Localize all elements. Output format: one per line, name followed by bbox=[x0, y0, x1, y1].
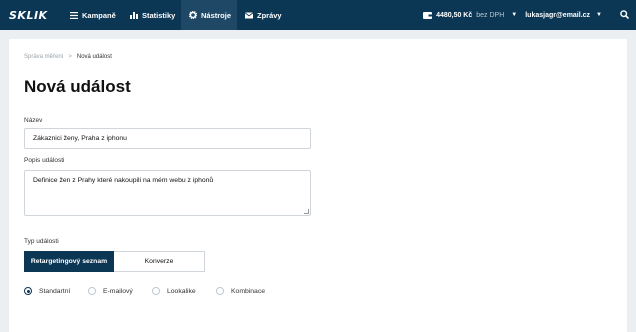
event-type-switch: Retargetingový seznam Konverze bbox=[24, 251, 205, 272]
radio-unchecked-icon bbox=[152, 287, 160, 295]
top-navigation-bar: SKLIK Kampaně Statistiky Nástroje Zprávy… bbox=[0, 0, 636, 30]
breadcrumb: Správa měření > Nová událost bbox=[24, 54, 112, 60]
wallet-balance[interactable]: 4480,50 Kč bez DPH ▼ bbox=[423, 11, 525, 19]
radio-label: Kombinace bbox=[231, 287, 266, 295]
breadcrumb-parent[interactable]: Správa měření bbox=[24, 54, 63, 60]
wallet-note: bez DPH bbox=[476, 11, 505, 19]
event-kind-radio-group: Standartní E-mailový Lookalike Kombinace bbox=[24, 287, 286, 295]
description-text: Definice žen z Prahy které nakoupili na … bbox=[33, 177, 214, 184]
description-textarea[interactable]: Definice žen z Prahy které nakoupili na … bbox=[24, 170, 311, 216]
chevron-down-icon: ▼ bbox=[596, 12, 602, 18]
type-label: Typ události bbox=[24, 238, 59, 245]
main-card: Správa měření > Nová událost Nová událos… bbox=[9, 39, 627, 332]
mail-icon bbox=[245, 11, 253, 19]
nav-item-nastroje[interactable]: Nástroje bbox=[181, 0, 237, 30]
chevron-down-icon: ▼ bbox=[511, 12, 518, 18]
page-title: Nová událost bbox=[24, 77, 131, 96]
nav-item-kampane[interactable]: Kampaně bbox=[62, 0, 122, 30]
tab-conversion[interactable]: Konverze bbox=[114, 251, 205, 272]
nav-item-label: Zprávy bbox=[257, 10, 282, 20]
user-email: lukasjagr@email.cz bbox=[525, 11, 591, 19]
nav-item-label: Statistiky bbox=[142, 10, 176, 20]
radio-checked-icon bbox=[24, 287, 32, 295]
radio-label: Standartní bbox=[39, 287, 71, 295]
wallet-icon bbox=[423, 11, 433, 19]
nav-item-label: Nástroje bbox=[201, 10, 232, 20]
radio-standard[interactable]: Standartní bbox=[24, 287, 88, 295]
user-menu[interactable]: lukasjagr@email.cz ▼ bbox=[525, 12, 612, 19]
search-icon bbox=[619, 6, 629, 24]
nav-item-statistiky[interactable]: Statistiky bbox=[122, 0, 181, 30]
search-button[interactable] bbox=[612, 0, 636, 30]
bar-chart-icon bbox=[130, 11, 138, 19]
nav-item-label: Kampaně bbox=[82, 10, 116, 20]
radio-label: Lookalike bbox=[167, 287, 196, 295]
wallet-amount: 4480,50 Kč bbox=[436, 11, 473, 19]
resize-handle-icon[interactable] bbox=[304, 209, 309, 214]
name-label: Název bbox=[24, 117, 43, 124]
gear-icon bbox=[189, 11, 197, 19]
breadcrumb-separator: > bbox=[68, 54, 72, 60]
nav-item-zpravy[interactable]: Zprávy bbox=[237, 0, 287, 30]
radio-combination[interactable]: Kombinace bbox=[216, 287, 286, 295]
tab-retargeting-list[interactable]: Retargetingový seznam bbox=[24, 251, 114, 272]
radio-email[interactable]: E-mailový bbox=[88, 287, 152, 295]
name-input[interactable]: Zákaznici ženy, Praha z iphonu bbox=[24, 128, 311, 149]
radio-unchecked-icon bbox=[88, 287, 96, 295]
menu-icon bbox=[70, 11, 78, 19]
sklik-logo[interactable]: SKLIK bbox=[0, 0, 62, 30]
radio-unchecked-icon bbox=[216, 287, 224, 295]
radio-label: E-mailový bbox=[103, 287, 133, 295]
description-label: Popis události bbox=[24, 157, 65, 164]
radio-lookalike[interactable]: Lookalike bbox=[152, 287, 216, 295]
breadcrumb-current: Nová událost bbox=[76, 54, 112, 60]
